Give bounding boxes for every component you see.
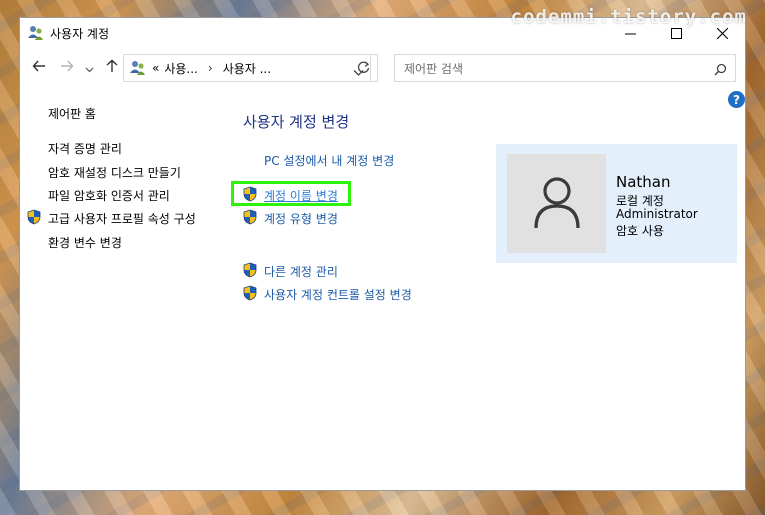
- close-button[interactable]: [699, 18, 745, 48]
- uac-shield-icon: [242, 285, 258, 301]
- sidebar-item-password-reset-disk[interactable]: 암호 재설정 디스크 만들기: [48, 164, 181, 181]
- forward-button[interactable]: [56, 56, 78, 78]
- sidebar-item-file-encryption-certificates[interactable]: 파일 암호화 인증서 관리: [48, 187, 170, 204]
- uac-shield-icon: [26, 209, 42, 225]
- sidebar-item-environment-variables[interactable]: 환경 변수 변경: [48, 234, 122, 251]
- sidebar-item-credential-manager[interactable]: 자격 증명 관리: [48, 140, 122, 157]
- breadcrumb-control-panel[interactable]: 사용...: [164, 60, 198, 77]
- maximize-icon: [670, 24, 682, 43]
- arrow-left-icon: [32, 58, 46, 77]
- user-account-card: Nathan 로컬 계정 Administrator 암호 사용: [496, 144, 737, 263]
- search-box[interactable]: [394, 54, 736, 83]
- user-accounts-icon: [129, 59, 147, 77]
- page-title: 사용자 계정 변경: [243, 113, 350, 131]
- arrow-right-icon: [60, 58, 74, 77]
- search-icon[interactable]: [714, 61, 727, 80]
- user-accounts-icon: [27, 24, 45, 42]
- uac-shield-icon: [242, 262, 258, 278]
- back-button[interactable]: [28, 56, 50, 78]
- uac-shield-icon: [242, 186, 258, 202]
- user-icon: [533, 175, 581, 233]
- window-title: 사용자 계정: [50, 27, 110, 41]
- help-button[interactable]: ?: [728, 91, 745, 108]
- address-overflow[interactable]: «: [152, 61, 159, 75]
- minimize-icon: [624, 24, 636, 43]
- change-account-in-pc-settings-link[interactable]: PC 설정에서 내 계정 변경: [264, 152, 394, 169]
- change-account-type-link[interactable]: 계정 유형 변경: [264, 210, 338, 227]
- avatar: [507, 154, 606, 253]
- refresh-icon: [357, 59, 370, 78]
- password-status: 암호 사용: [616, 224, 664, 238]
- control-panel-window: 사용자 계정 « 사용... › 사용자 ... 제어판 검색 ? 제어판 홈 …: [19, 17, 746, 491]
- navigation-bar: « 사용... › 사용자 ...: [20, 52, 745, 84]
- breadcrumb-separator[interactable]: ›: [208, 61, 213, 75]
- change-account-name-link[interactable]: 계정 이름 변경: [264, 187, 338, 204]
- search-input[interactable]: [395, 55, 706, 83]
- uac-shield-icon: [242, 209, 258, 225]
- up-button[interactable]: [101, 56, 123, 78]
- arrow-up-icon: [105, 58, 119, 77]
- title-bar[interactable]: 사용자 계정: [20, 18, 745, 48]
- maximize-button[interactable]: [653, 18, 699, 48]
- close-icon: [716, 24, 728, 43]
- minimize-button[interactable]: [607, 18, 653, 48]
- refresh-button[interactable]: [350, 54, 378, 82]
- sidebar-item-advanced-user-profile[interactable]: 고급 사용자 프로필 속성 구성: [48, 210, 196, 227]
- user-name: Nathan: [616, 173, 671, 191]
- chevron-down-icon: [85, 58, 94, 77]
- manage-another-account-link[interactable]: 다른 계정 관리: [264, 263, 338, 280]
- breadcrumb-user-accounts[interactable]: 사용자 ...: [223, 60, 271, 77]
- recent-locations-button[interactable]: [82, 56, 96, 78]
- address-bar[interactable]: « 사용... › 사용자 ...: [123, 54, 371, 82]
- account-role: Administrator: [616, 207, 698, 221]
- control-panel-home-link[interactable]: 제어판 홈: [48, 105, 96, 122]
- uac-settings-link[interactable]: 사용자 계정 컨트롤 설정 변경: [264, 286, 412, 303]
